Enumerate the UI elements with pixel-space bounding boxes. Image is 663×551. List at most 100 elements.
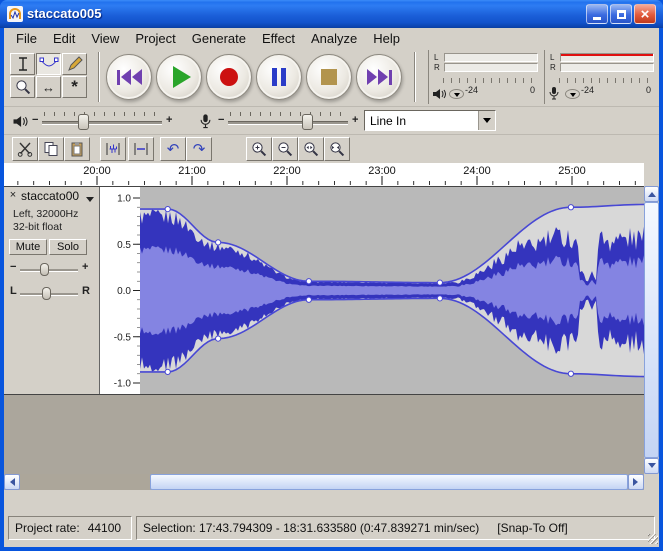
microphone-icon[interactable] (549, 86, 559, 105)
silence-icon (133, 141, 149, 157)
gain-slider[interactable] (20, 269, 78, 272)
meter-scale-zero: 0 (530, 85, 535, 95)
resize-grip[interactable] (648, 534, 658, 544)
skip-to-start-button[interactable] (106, 54, 152, 100)
toolbar-separator (414, 52, 416, 102)
maximize-icon (617, 10, 626, 19)
main-toolbar: ↔ * L R -24 0 (4, 48, 659, 106)
vertical-scrollbar[interactable] (644, 186, 659, 474)
input-volume-slider[interactable] (228, 111, 348, 131)
output-volume-min: − (32, 114, 38, 126)
output-meter-dropdown[interactable] (449, 89, 464, 99)
track-title[interactable]: staccato00 (21, 189, 79, 203)
trim-button[interactable] (100, 137, 126, 161)
draw-tool-button[interactable] (62, 53, 87, 75)
statusbar: Project rate: 44100 Selection: 17:43.794… (4, 490, 659, 547)
chevron-down-icon (483, 118, 491, 127)
zoom-selection-icon (303, 141, 319, 157)
menu-file[interactable]: File (8, 29, 45, 48)
minimize-button[interactable] (586, 4, 608, 24)
input-source-value: Line In (365, 114, 478, 128)
left-right-arrow-icon: ↔ (42, 80, 55, 95)
scroll-down-button[interactable] (644, 458, 659, 474)
close-button[interactable]: × (634, 4, 656, 24)
undo-button[interactable]: ↶ (160, 137, 186, 161)
zoom-tool-button[interactable] (10, 76, 35, 98)
slider-groove (228, 121, 348, 125)
pan-thumb[interactable] (42, 287, 51, 300)
envelope-tool-button[interactable] (36, 53, 61, 75)
output-volume-thumb[interactable] (78, 114, 89, 130)
zoom-in-button[interactable] (246, 137, 272, 161)
waveform-display[interactable] (140, 187, 644, 394)
scroll-right-button[interactable] (628, 474, 644, 490)
menu-generate[interactable]: Generate (184, 29, 254, 48)
zoom-in-icon (251, 141, 267, 157)
menu-help[interactable]: Help (365, 29, 408, 48)
menu-effect[interactable]: Effect (254, 29, 303, 48)
redo-button[interactable]: ↷ (186, 137, 212, 161)
zoom-out-button[interactable] (272, 137, 298, 161)
track-menu-dropdown-icon[interactable] (86, 197, 94, 206)
vertical-scroll-thumb[interactable] (644, 202, 659, 458)
scroll-left-button[interactable] (4, 474, 20, 490)
menu-project[interactable]: Project (127, 29, 183, 48)
horizontal-scroll-thumb[interactable] (150, 474, 628, 490)
menu-analyze[interactable]: Analyze (303, 29, 365, 48)
stop-button[interactable] (306, 54, 352, 100)
input-volume-thumb[interactable] (302, 114, 313, 130)
input-meter-dropdown[interactable] (565, 89, 580, 99)
scroll-up-button[interactable] (644, 186, 659, 202)
trim-icon (105, 141, 121, 157)
fit-selection-button[interactable] (298, 137, 324, 161)
pause-icon (272, 68, 277, 86)
pause-button[interactable] (256, 54, 302, 100)
speaker-icon[interactable] (432, 87, 446, 105)
fit-project-button[interactable] (324, 137, 350, 161)
horizontal-scrollbar[interactable] (4, 474, 644, 490)
record-button[interactable] (206, 54, 252, 100)
selection-tool-button[interactable] (10, 53, 35, 75)
meter-scale-low: -24 (465, 85, 478, 95)
timeline-ruler[interactable]: 20:0021:0022:0023:0024:0025:00 (4, 163, 644, 186)
play-button[interactable] (156, 54, 202, 100)
paste-button[interactable] (64, 137, 90, 161)
project-rate-label: Project rate: (15, 521, 80, 535)
menu-edit[interactable]: Edit (45, 29, 83, 48)
output-volume-slider[interactable] (42, 111, 162, 131)
pan-right-label: R (82, 285, 90, 297)
cut-button[interactable] (12, 137, 38, 161)
input-source-select[interactable]: Line In (364, 110, 496, 131)
gain-thumb[interactable] (40, 263, 49, 276)
app-icon (7, 6, 23, 27)
menu-view[interactable]: View (83, 29, 127, 48)
zoom-fit-icon (329, 141, 345, 157)
copy-button[interactable] (38, 137, 64, 161)
silence-button[interactable] (128, 137, 154, 161)
pan-left-label: L (10, 285, 17, 297)
timeshift-tool-button[interactable]: ↔ (36, 76, 61, 98)
track-close-button[interactable]: × (7, 189, 19, 201)
asterisk-icon: * (71, 77, 78, 97)
timeline-ticks: 20:0021:0022:0023:0024:0025:00 (4, 163, 644, 186)
maximize-button[interactable] (610, 4, 632, 24)
vertical-ruler[interactable]: 1.00.50.0-0.5-1.0 (100, 187, 140, 394)
svg-text:1.0: 1.0 (117, 194, 131, 205)
track-control-panel: × staccato00 Left, 32000Hz 32-bit float … (4, 187, 100, 394)
svg-text:21:00: 21:00 (178, 165, 206, 177)
svg-text:22:00: 22:00 (273, 165, 301, 177)
skip-end-icon (389, 70, 392, 85)
solo-button[interactable]: Solo (49, 239, 87, 255)
slider-ticks (44, 112, 160, 116)
timeline-corner (644, 163, 659, 186)
chevron-down-icon (454, 93, 460, 100)
copy-icon (43, 141, 59, 157)
titlebar[interactable]: staccato005 × (0, 0, 663, 28)
combo-dropdown-button[interactable] (478, 111, 495, 130)
record-peak-line (561, 54, 653, 56)
multi-tool-button[interactable]: * (62, 76, 87, 98)
meter-right-label: R (550, 63, 556, 72)
mute-button[interactable]: Mute (9, 239, 47, 255)
skip-to-end-button[interactable] (356, 54, 402, 100)
undo-icon: ↶ (167, 140, 180, 158)
